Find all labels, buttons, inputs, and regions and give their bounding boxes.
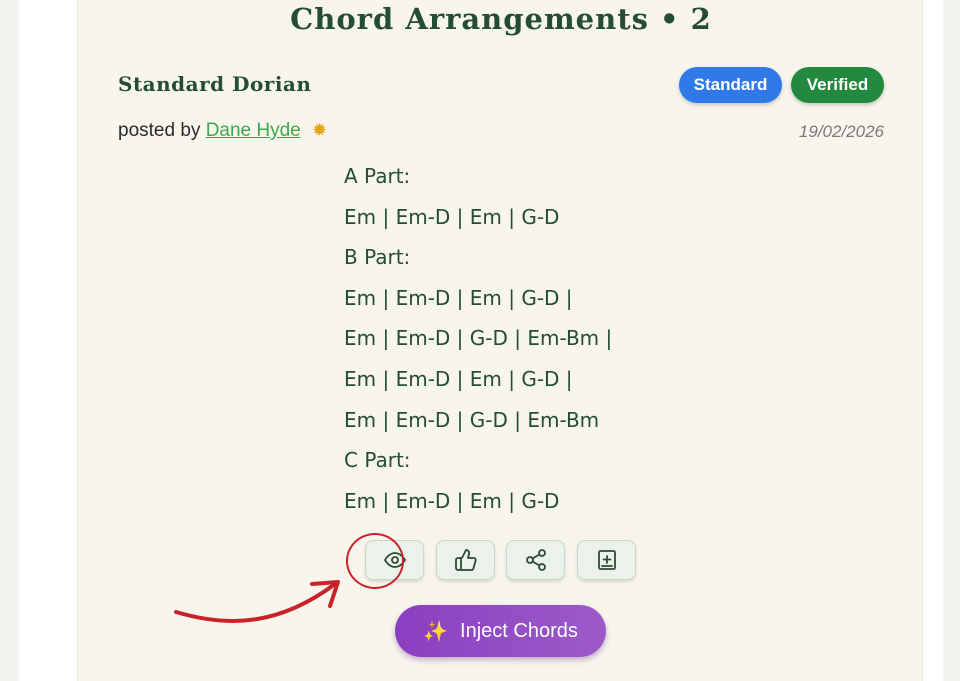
chord-line: Em | Em-D | Em | G-D |: [344, 285, 573, 310]
card-title: Chord Arrangements • 2: [290, 2, 712, 36]
chord-line: Em | Em-D | G-D | Em-Bm: [344, 407, 600, 432]
add-to-book-button[interactable]: [577, 540, 636, 580]
sun-icon: ✹: [312, 120, 328, 140]
posted-by-label: posted by: [118, 120, 201, 141]
page-background: Chord Arrangements • 2 Standard Dorian S…: [19, 0, 943, 681]
inject-chords-label: Inject Chords: [460, 619, 578, 642]
posted-by-line: posted by Dane Hyde ✹: [118, 120, 327, 142]
chord-line: Em | Em-D | Em | G-D: [344, 204, 560, 229]
thumbs-up-icon: [454, 549, 477, 571]
annotation-arrow: [174, 580, 340, 624]
chord-line: B Part:: [344, 245, 411, 270]
share-button[interactable]: [506, 540, 565, 580]
like-button[interactable]: [436, 540, 495, 580]
chord-line: Em | Em-D | G-D | Em-Bm |: [344, 326, 613, 351]
author-link[interactable]: Dane Hyde: [206, 120, 301, 141]
standard-badge: Standard: [679, 67, 782, 103]
share-icon: [525, 549, 546, 571]
chord-line: Em | Em-D | Em | G-D: [344, 488, 560, 513]
post-date: 19/02/2026: [798, 122, 884, 141]
add-to-book-icon: [597, 550, 616, 570]
arrangement-name: Standard Dorian: [118, 72, 312, 96]
chord-line: A Part:: [344, 164, 411, 188]
inject-chords-button[interactable]: ✨ Inject Chords: [395, 605, 606, 657]
sparkles-icon: ✨: [423, 620, 449, 643]
verified-badge: Verified: [791, 67, 884, 103]
chord-line: C Part:: [344, 448, 411, 473]
chord-line: Em | Em-D | Em | G-D |: [344, 366, 573, 391]
chord-sheet: A Part: Em | Em-D | Em | G-D B Part: Em …: [344, 156, 744, 521]
